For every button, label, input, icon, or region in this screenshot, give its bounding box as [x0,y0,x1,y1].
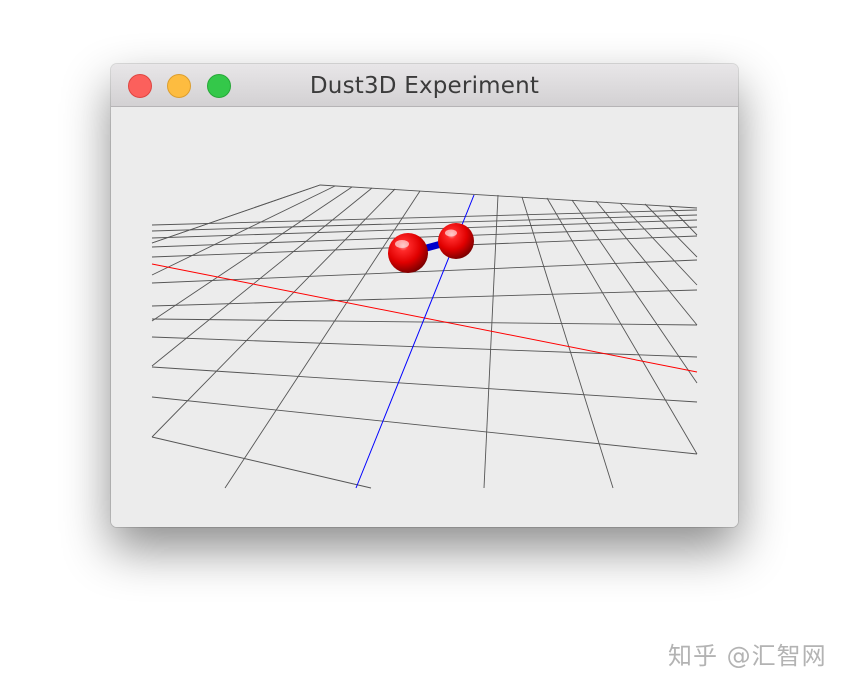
watermark-text: 知乎 @汇智网 [668,642,827,670]
node-highlight [395,240,409,248]
title-bar[interactable]: Dust3D Experiment [111,64,738,107]
window-title: Dust3D Experiment [309,73,540,99]
viewport-canvas[interactable] [111,107,738,527]
node-ball[interactable] [388,233,428,273]
3d-viewport[interactable] [111,107,738,527]
ground-grid [151,184,698,489]
app-window: Dust3D Experiment [111,64,738,527]
node-ball[interactable] [438,223,474,259]
node-highlight [445,229,457,237]
